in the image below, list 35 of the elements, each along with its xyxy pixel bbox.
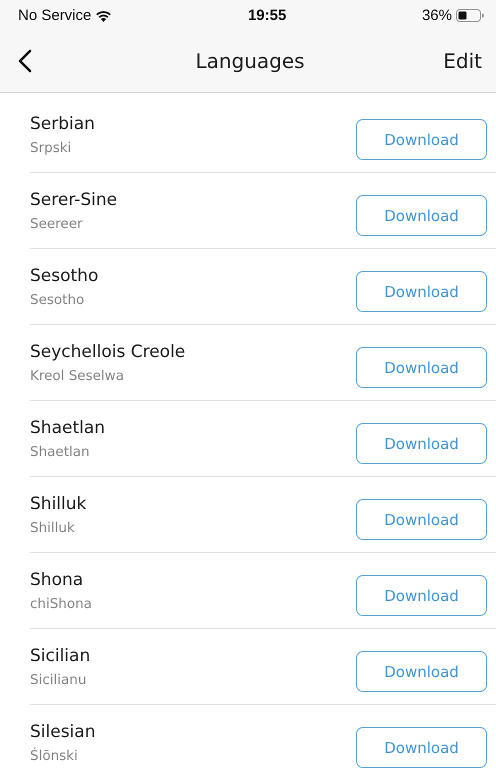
native-name: Kreol Seselwa bbox=[30, 368, 125, 384]
download-button[interactable]: Download bbox=[356, 119, 487, 160]
download-button[interactable]: Download bbox=[356, 271, 487, 312]
native-name: chiShona bbox=[30, 596, 92, 612]
download-button[interactable]: Download bbox=[356, 575, 487, 616]
carrier-text: No Service bbox=[18, 6, 92, 24]
language-name: Sicilian bbox=[30, 646, 90, 666]
native-name: Seereer bbox=[30, 216, 84, 232]
language-name: Serer-Sine bbox=[30, 190, 118, 210]
download-button[interactable]: Download bbox=[356, 423, 487, 464]
battery-icon bbox=[456, 8, 484, 22]
language-name: Silesian bbox=[30, 722, 96, 742]
native-name: Sesotho bbox=[30, 292, 86, 308]
clock-time: 19:55 bbox=[248, 6, 286, 24]
native-name: Shilluk bbox=[30, 520, 76, 536]
language-name: Shaetlan bbox=[30, 418, 106, 438]
language-name: Seychellois Creole bbox=[30, 342, 186, 362]
language-name: Serbian bbox=[30, 114, 95, 134]
language-name: Sesotho bbox=[30, 266, 98, 286]
wifi-icon bbox=[95, 8, 112, 22]
download-button[interactable]: Download bbox=[356, 499, 487, 540]
battery-percent: 36% bbox=[422, 6, 452, 24]
download-button[interactable]: Download bbox=[356, 347, 487, 388]
edit-button[interactable]: Edit bbox=[443, 49, 482, 73]
download-button[interactable]: Download bbox=[356, 651, 487, 692]
language-name: Shilluk bbox=[30, 494, 86, 514]
page-title: Languages bbox=[195, 49, 305, 73]
native-name: Ślōnski bbox=[30, 748, 79, 764]
native-name: Srpski bbox=[30, 140, 72, 156]
chevron-left-icon bbox=[18, 49, 32, 73]
native-name: Shaetlan bbox=[30, 444, 91, 460]
download-button[interactable]: Download bbox=[356, 727, 487, 768]
download-button[interactable]: Download bbox=[356, 195, 487, 236]
language-name: Shona bbox=[30, 570, 84, 590]
native-name: Sicilianu bbox=[30, 672, 88, 688]
